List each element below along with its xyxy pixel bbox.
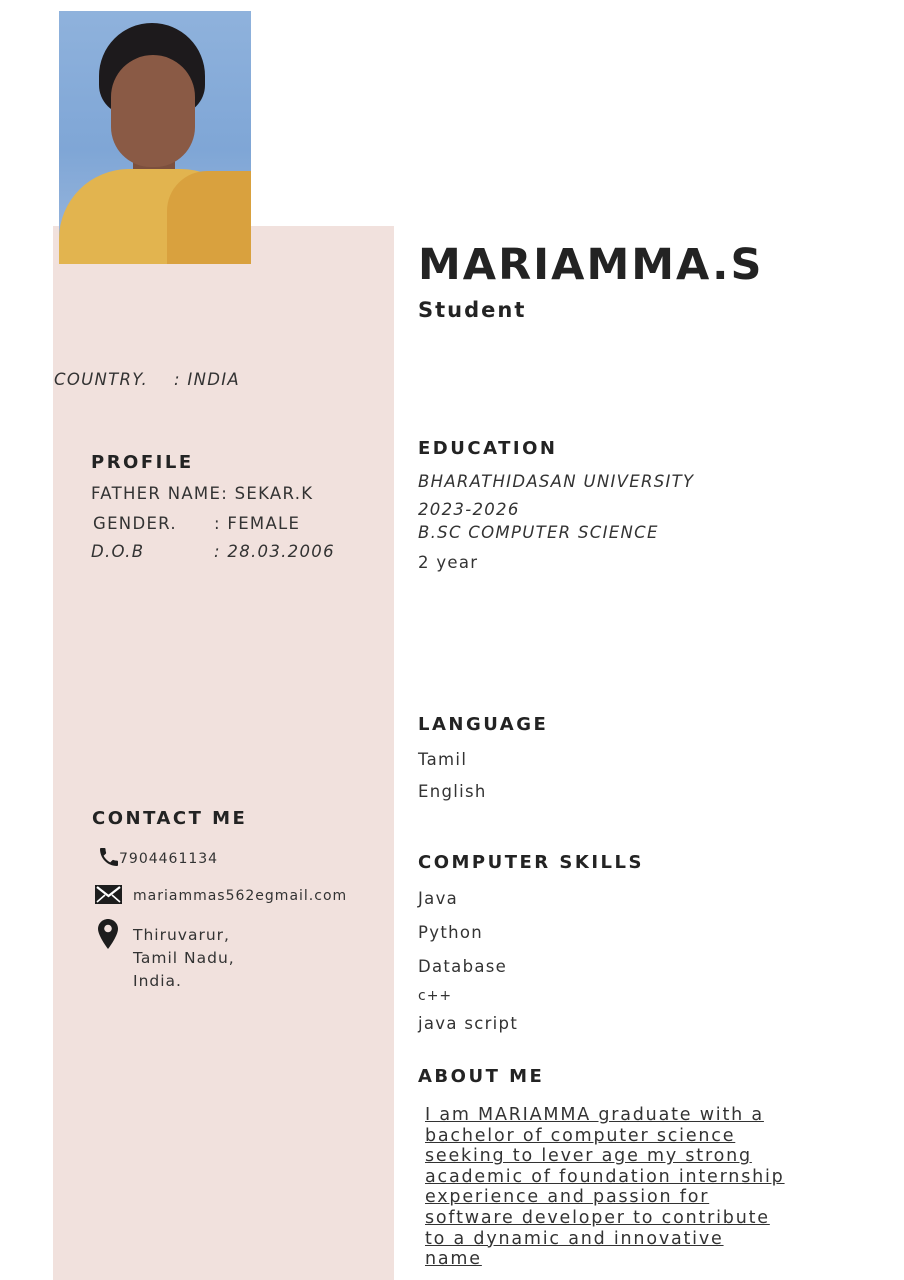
education-years: 2023-2026 [418, 500, 520, 519]
address-line-1: Thiruvarur, [133, 926, 230, 944]
gender-value: : FEMALE [214, 514, 301, 533]
about-heading: ABOUT ME [418, 1066, 545, 1087]
country-label: COUNTRY. [54, 370, 149, 389]
father-name: FATHER NAME: SEKAR.K [91, 484, 314, 503]
skills-heading: COMPUTER SKILLS [418, 852, 644, 873]
country-value: : INDIA [174, 370, 240, 389]
language-item: Tamil [418, 750, 468, 769]
skill-item: java script [418, 1014, 519, 1033]
dob-label: D.O.B [91, 542, 145, 561]
about-text: I am MARIAMMA graduate with a bachelor o… [425, 1105, 785, 1270]
profile-photo [59, 11, 251, 264]
education-university: BHARATHIDASAN UNIVERSITY [418, 472, 695, 491]
gender-label: GENDER. [93, 514, 177, 533]
map-pin-icon [98, 919, 118, 949]
language-item: English [418, 782, 487, 801]
candidate-name: MARIAMMA.S [418, 240, 764, 290]
skill-item: Python [418, 923, 483, 942]
skill-item: c++ [418, 988, 453, 1004]
phone-icon [100, 848, 118, 866]
skill-item: Java [418, 889, 459, 908]
contact-heading: CONTACT ME [92, 808, 248, 829]
education-heading: EDUCATION [418, 438, 558, 459]
education-current-year: 2 year [418, 553, 479, 572]
email-address[interactable]: mariammas562egmail.com [133, 888, 347, 904]
language-heading: LANGUAGE [418, 714, 549, 735]
candidate-role: Student [418, 298, 527, 322]
address-line-2: Tamil Nadu, [133, 949, 235, 967]
profile-heading: PROFILE [91, 452, 194, 473]
skill-item: Database [418, 957, 508, 976]
phone-number[interactable]: 7904461134 [119, 851, 218, 867]
envelope-icon [95, 885, 122, 904]
education-degree: B.SC COMPUTER SCIENCE [418, 523, 659, 542]
dob-value: : 28.03.2006 [214, 542, 335, 561]
address-line-3: India. [133, 972, 182, 990]
